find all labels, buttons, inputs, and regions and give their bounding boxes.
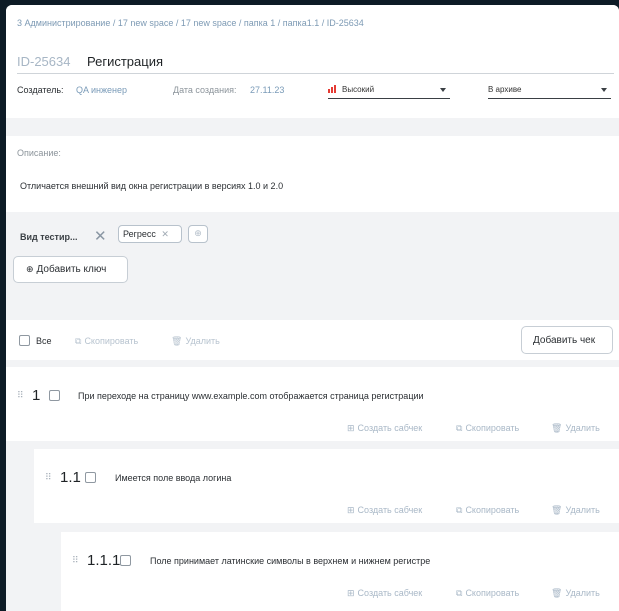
breadcrumb[interactable]: 3 Администрирование / 17 new space / 17 … bbox=[17, 18, 364, 28]
delete-button[interactable]: 🗑 Удалить bbox=[551, 505, 600, 516]
priority-value: Высокий bbox=[342, 85, 375, 94]
key-chip-label: Регресс bbox=[123, 229, 156, 239]
add-key-label: Добавить ключ bbox=[36, 264, 107, 275]
check-id: ID-25634 bbox=[17, 54, 71, 69]
check-item: ⠿ 1.1 Имеется поле ввода логина ⊞ Создать… bbox=[34, 449, 619, 523]
add-value-icon[interactable]: ⊕ bbox=[188, 225, 208, 243]
trash-icon: 🗑 bbox=[551, 588, 563, 598]
description-card: Описание: Отличается внешний вид окна ре… bbox=[6, 136, 619, 212]
title-input[interactable]: Регистрация bbox=[87, 54, 163, 69]
check-checkbox[interactable] bbox=[120, 555, 131, 566]
check-text[interactable]: Имеется поле ввода логина bbox=[115, 473, 231, 483]
chevron-down-icon bbox=[601, 88, 607, 92]
key-chip: Регресс ✕ bbox=[118, 225, 182, 243]
delete-button[interactable]: 🗑 Удалить bbox=[551, 423, 600, 434]
description-label: Описание: bbox=[17, 148, 61, 158]
status-select[interactable]: В архиве bbox=[488, 85, 611, 99]
plus-square-icon: ⊞ bbox=[347, 588, 355, 598]
delete-button[interactable]: 🗑 Удалить bbox=[551, 588, 600, 599]
check-item: ⠿ 1 При переходе на страницу www.example… bbox=[6, 367, 619, 441]
check-number: 1.1.1 bbox=[87, 552, 121, 569]
plus-square-icon: ⊞ bbox=[347, 423, 355, 433]
close-icon[interactable]: ✕ bbox=[94, 227, 107, 245]
title-row: ID-25634 Регистрация bbox=[17, 54, 614, 74]
select-all-label: Все bbox=[36, 336, 52, 346]
select-all-checkbox[interactable] bbox=[19, 335, 30, 346]
trash-icon: 🗑 bbox=[171, 336, 183, 346]
create-subcheck-button[interactable]: ⊞ Создать сабчек bbox=[347, 423, 422, 434]
chip-remove-icon[interactable]: ✕ bbox=[161, 229, 169, 239]
delete-selected-button[interactable]: 🗑 Удалить bbox=[171, 336, 220, 347]
trash-icon: 🗑 bbox=[551, 423, 563, 433]
chevron-down-icon bbox=[440, 88, 446, 92]
drag-handle-icon[interactable]: ⠿ bbox=[72, 555, 79, 566]
create-subcheck-button[interactable]: ⊞ Создать сабчек bbox=[347, 588, 422, 599]
created-label: Дата создания: bbox=[173, 85, 237, 95]
check-item: ⠿ 1.1.1 Поле принимает латинские символы… bbox=[61, 532, 619, 611]
priority-icon bbox=[328, 85, 338, 93]
check-text[interactable]: Поле принимает латинские символы в верхн… bbox=[150, 556, 430, 566]
status-value: В архиве bbox=[488, 85, 522, 94]
check-checkbox[interactable] bbox=[49, 390, 60, 401]
copy-button[interactable]: ⧉ Скопировать bbox=[456, 588, 519, 599]
plus-square-icon: ⊞ bbox=[347, 505, 355, 515]
copy-icon: ⧉ bbox=[456, 588, 463, 598]
copy-icon: ⧉ bbox=[456, 505, 463, 515]
trash-icon: 🗑 bbox=[551, 505, 563, 515]
header-card: 3 Администрирование / 17 new space / 17 … bbox=[6, 5, 619, 118]
creator-value[interactable]: QA инженер bbox=[76, 85, 127, 95]
add-key-button[interactable]: ⊕ Добавить ключ bbox=[13, 256, 128, 283]
copy-icon: ⧉ bbox=[75, 336, 82, 346]
copy-button[interactable]: ⧉ Скопировать bbox=[456, 505, 519, 516]
drag-handle-icon[interactable]: ⠿ bbox=[17, 390, 24, 401]
checks-toolbar: Все ⧉ Скопировать 🗑 Удалить Добавить чек bbox=[6, 320, 619, 360]
priority-select[interactable]: Высокий bbox=[328, 85, 450, 99]
description-text[interactable]: Отличается внешний вид окна регистрации … bbox=[20, 181, 283, 191]
created-value: 27.11.23 bbox=[250, 85, 285, 95]
checklist-panel: 3 Администрирование / 17 new space / 17 … bbox=[6, 5, 619, 611]
plus-circle-icon: ⊕ bbox=[26, 264, 34, 274]
check-checkbox[interactable] bbox=[85, 472, 96, 483]
copy-selected-button[interactable]: ⧉ Скопировать bbox=[75, 336, 138, 347]
copy-button[interactable]: ⧉ Скопировать bbox=[456, 423, 519, 434]
creator-label: Создатель: bbox=[17, 85, 64, 95]
create-subcheck-button[interactable]: ⊞ Создать сабчек bbox=[347, 505, 422, 516]
key-label: Вид тестир... bbox=[20, 232, 78, 242]
add-check-button[interactable]: Добавить чек bbox=[521, 326, 613, 354]
check-number: 1.1 bbox=[60, 469, 81, 486]
check-number: 1 bbox=[32, 387, 41, 404]
copy-icon: ⧉ bbox=[456, 423, 463, 433]
check-text[interactable]: При переходе на страницу www.example.com… bbox=[78, 391, 424, 401]
drag-handle-icon[interactable]: ⠿ bbox=[45, 472, 52, 483]
